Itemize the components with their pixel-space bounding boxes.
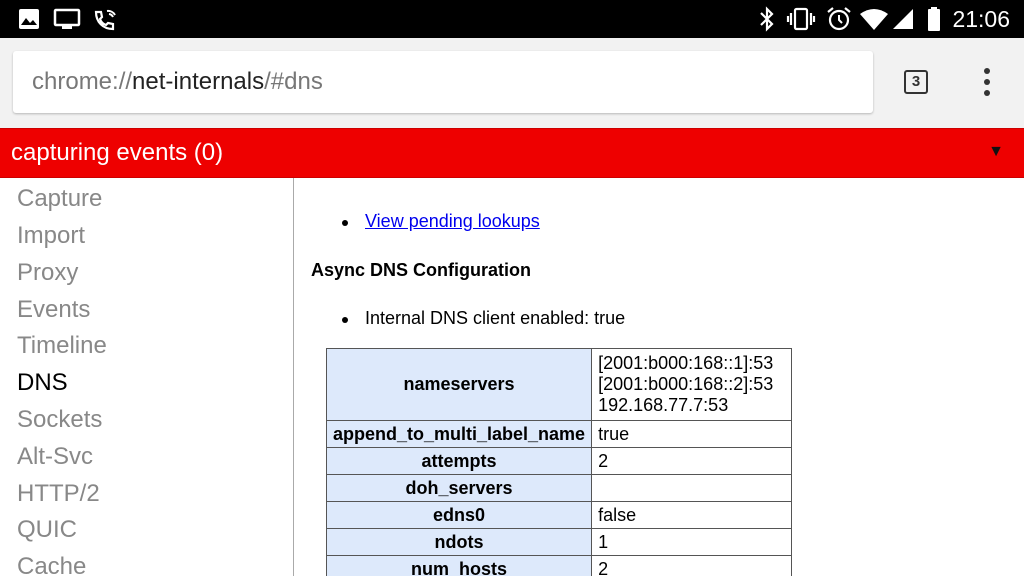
capture-status-banner[interactable]: capturing events (0) ▼ xyxy=(0,128,1024,178)
section-title: Async DNS Configuration xyxy=(311,260,532,280)
dropdown-arrow-icon[interactable]: ▼ xyxy=(988,143,1004,161)
dns-config-table: nameservers [2001:b000:168::1]:53 [2001:… xyxy=(325,348,793,576)
config-key: num_hosts xyxy=(325,555,593,576)
vibrate-icon xyxy=(786,0,816,38)
bluetooth-icon xyxy=(756,0,778,38)
sidebar-item-http2[interactable]: HTTP/2 xyxy=(17,480,100,508)
config-key: edns0 xyxy=(325,501,593,529)
image-icon xyxy=(14,0,44,38)
cast-icon xyxy=(52,0,82,38)
clock-time: 21:06 xyxy=(952,6,1010,32)
nameserver-entry: [2001:b000:168::2]:53 xyxy=(598,374,774,394)
url-path: /#dns xyxy=(264,68,323,95)
table-row: edns0 false xyxy=(325,501,793,529)
url-text[interactable]: chrome://net-internals/#dns xyxy=(32,51,323,113)
table-row: nameservers [2001:b000:168::1]:53 [2001:… xyxy=(325,348,793,421)
table-row: ndots 1 xyxy=(325,528,793,556)
browser-toolbar: chrome://net-internals/#dns xyxy=(0,38,1024,128)
sidebar-item-capture[interactable]: Capture xyxy=(17,185,102,213)
sidebar-item-import[interactable]: Import xyxy=(17,222,85,250)
sidebar-item-alt-svc[interactable]: Alt-Svc xyxy=(17,443,93,471)
status-bar: 21:06 xyxy=(0,0,1024,38)
nameserver-entry: [2001:b000:168::1]:53 xyxy=(598,353,774,373)
config-key: doh_servers xyxy=(325,474,593,502)
omnibox[interactable]: chrome://net-internals/#dns xyxy=(13,51,873,113)
sidebar-item-proxy[interactable]: Proxy xyxy=(17,259,78,287)
config-value xyxy=(591,474,793,502)
sidebar-item-sockets[interactable]: Sockets xyxy=(17,406,102,434)
wifi-call-icon xyxy=(90,0,120,38)
sidebar-item-quic[interactable]: QUIC xyxy=(17,516,77,544)
table-row: num_hosts 2 xyxy=(325,555,793,576)
sidebar-item-timeline[interactable]: Timeline xyxy=(17,332,107,360)
nameserver-entry: 192.168.77.7:53 xyxy=(598,395,729,415)
sidebar-item-dns[interactable]: DNS xyxy=(17,369,68,397)
table-row: attempts 2 xyxy=(325,447,793,475)
url-scheme: chrome:// xyxy=(32,68,133,95)
battery-icon xyxy=(924,0,944,38)
internal-dns-status: Internal DNS client enabled: true xyxy=(365,308,626,328)
alarm-icon xyxy=(824,0,854,38)
capture-status-text: capturing events (0) xyxy=(11,139,224,166)
wifi-icon xyxy=(858,0,890,38)
view-pending-lookups-link[interactable]: View pending lookups xyxy=(365,211,540,232)
sidebar-item-events[interactable]: Events xyxy=(17,296,90,324)
sidebar-nav: Capture Import Proxy Events Timeline DNS… xyxy=(0,178,294,580)
bullet-dot xyxy=(342,220,348,226)
config-value: 2 xyxy=(591,555,793,576)
dns-panel: View pending lookups Async DNS Configura… xyxy=(294,178,1024,576)
config-value: [2001:b000:168::1]:53 [2001:b000:168::2]… xyxy=(591,348,793,421)
table-row: doh_servers xyxy=(325,474,793,502)
config-key: append_to_multi_label_name xyxy=(325,420,593,448)
config-key: ndots xyxy=(325,528,593,556)
config-value: true xyxy=(591,420,793,448)
signal-icon xyxy=(890,0,916,38)
tab-switcher-button[interactable]: 3 xyxy=(904,70,928,94)
overflow-menu-icon[interactable] xyxy=(978,68,996,98)
config-key: nameservers xyxy=(325,348,593,421)
sidebar-item-cache[interactable]: Cache xyxy=(17,553,86,581)
bullet-dot xyxy=(342,317,348,323)
config-value: 1 xyxy=(591,528,793,556)
config-value: 2 xyxy=(591,447,793,475)
table-row: append_to_multi_label_name true xyxy=(325,420,793,448)
config-value: false xyxy=(591,501,793,529)
url-host: net-internals xyxy=(132,68,265,95)
config-key: attempts xyxy=(325,447,593,475)
